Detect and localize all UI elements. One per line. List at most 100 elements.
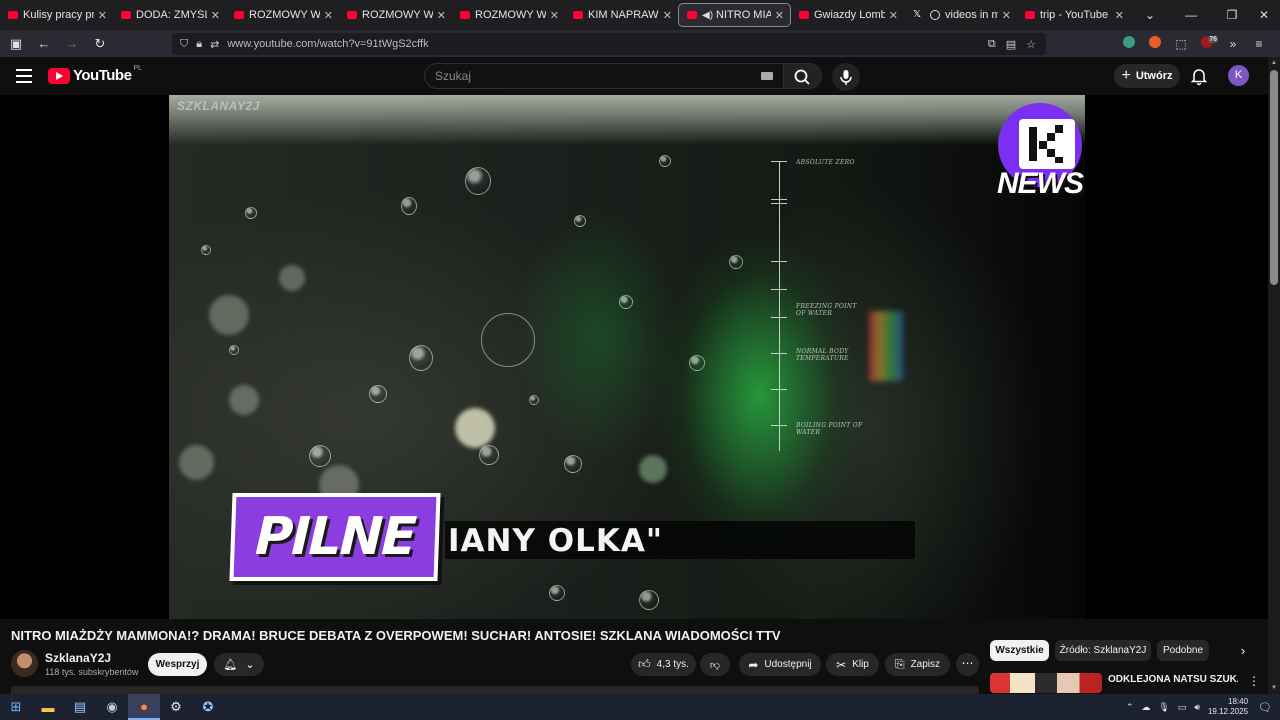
- extensions-icon[interactable]: ⬚: [1168, 37, 1194, 51]
- tab-list-icon[interactable]: ⌄: [1134, 8, 1166, 22]
- permissions-icon[interactable]: ⇄: [210, 38, 219, 51]
- menu-icon[interactable]: ≡: [1246, 37, 1272, 51]
- url-text[interactable]: www.youtube.com/watch?v=91tWgS2cffk: [227, 38, 428, 50]
- clip-button[interactable]: ✂ Klip: [826, 653, 879, 676]
- recommended-more-icon[interactable]: ⋮: [1248, 674, 1260, 688]
- url-bar[interactable]: ⛉ 🔒︎ ⇄ www.youtube.com/watch?v=91tWgS2cf…: [172, 33, 1046, 55]
- reload-icon[interactable]: ↻: [88, 32, 112, 56]
- close-icon[interactable]: ✕: [775, 9, 784, 22]
- recommended-title[interactable]: ODKLEJONA NATSU SZUKA BOGATEGO CHLOPAKA?: [1108, 674, 1238, 686]
- browser-tab[interactable]: ROZMOWY W TOKU ✕: [452, 0, 565, 30]
- search-button[interactable]: [784, 63, 822, 89]
- start-icon[interactable]: ⊞: [0, 694, 32, 720]
- close-icon[interactable]: ✕: [550, 9, 559, 22]
- restore-icon[interactable]: ❐: [1216, 8, 1248, 22]
- keyboard-icon[interactable]: [761, 72, 773, 80]
- file-explorer-icon[interactable]: ▬: [32, 694, 64, 720]
- youtube-icon: [8, 11, 18, 19]
- browser-tab[interactable]: DODA: ZMYŚLONE ZI ✕: [113, 0, 226, 30]
- cloud-icon[interactable]: ☁: [1141, 702, 1150, 713]
- clock[interactable]: 18:40 19.12.2025: [1208, 697, 1248, 717]
- close-icon[interactable]: ✕: [324, 9, 333, 22]
- settings-gear-icon[interactable]: ⚙: [160, 694, 192, 720]
- browser-tab[interactable]: trip - YouTube ✕: [1017, 0, 1130, 30]
- save-button[interactable]: ⎘ Zapisz: [885, 653, 950, 676]
- bokeh-light: [229, 385, 259, 415]
- chip-all[interactable]: Wszystkie: [990, 640, 1049, 661]
- create-button[interactable]: + Utwórz: [1114, 64, 1180, 88]
- back-icon[interactable]: ←: [32, 32, 56, 56]
- channel-name[interactable]: SzklanaY2J: [45, 651, 111, 665]
- close-icon[interactable]: ✕: [1115, 9, 1124, 22]
- chip-related[interactable]: Podobne: [1157, 640, 1209, 661]
- page-scrollbar[interactable]: ▲ ▼: [1268, 57, 1280, 694]
- close-window-icon[interactable]: ✕: [1248, 8, 1280, 22]
- voice-search-button[interactable]: [832, 63, 860, 91]
- sidebar-toggle-icon[interactable]: ▣: [4, 32, 28, 56]
- close-icon[interactable]: ✕: [889, 9, 898, 22]
- more-actions-button[interactable]: ⋯: [956, 653, 979, 676]
- youtube-logo[interactable]: YouTube PL: [48, 65, 142, 84]
- subscription-bell-button[interactable]: 🔔︎ ⌄: [214, 653, 264, 676]
- fox-extension-icon[interactable]: [1142, 36, 1168, 51]
- channel-avatar[interactable]: [11, 650, 38, 677]
- close-icon[interactable]: ✕: [1002, 9, 1011, 22]
- app-icon[interactable]: ✪: [192, 694, 224, 720]
- notification-center-icon[interactable]: 🗨︎: [1258, 701, 1272, 714]
- share-button[interactable]: ➦ Udostępnij: [739, 653, 821, 676]
- browser-tab[interactable]: Kulisy pracy prostytutki ✕: [0, 0, 113, 30]
- bubble: [201, 245, 211, 255]
- scale-tick: [771, 289, 787, 290]
- steam-icon[interactable]: ◉: [96, 694, 128, 720]
- chip-source[interactable]: Źródło: SzklanaY2J: [1055, 640, 1151, 661]
- firefox-icon[interactable]: ●: [128, 694, 160, 720]
- overflow-chevron-icon[interactable]: »: [1220, 37, 1246, 51]
- browser-tab[interactable]: ROZMOWY W TOKU ✕: [339, 0, 452, 30]
- lock-icon[interactable]: 🔒︎: [196, 38, 202, 51]
- scroll-down-icon[interactable]: ▼: [1271, 685, 1277, 691]
- account-avatar[interactable]: K: [1228, 65, 1249, 86]
- browser-tab[interactable]: 𝕏videos in my folder ✕: [904, 0, 1017, 30]
- search-input[interactable]: [425, 64, 745, 88]
- remote-desktop-icon[interactable]: ▤: [64, 694, 96, 720]
- browser-tab-active[interactable]: ◀)NITRO MIAŻDŻY ✕: [678, 3, 791, 27]
- network-icon[interactable]: ▭: [1178, 702, 1187, 713]
- tray-chevron-icon[interactable]: ⌃: [1126, 702, 1134, 713]
- description-box[interactable]: [11, 686, 979, 694]
- ublock-icon[interactable]: 76: [1194, 36, 1220, 51]
- support-button[interactable]: Wesprzyj: [148, 653, 207, 676]
- forward-icon[interactable]: →: [60, 32, 84, 56]
- scale-tick: [771, 199, 787, 200]
- close-icon[interactable]: ✕: [663, 9, 672, 22]
- shield-icon[interactable]: ⛉: [180, 38, 188, 51]
- chevron-right-icon[interactable]: ›: [1234, 642, 1252, 660]
- video-player[interactable]: SZKLANAY2J ABSOLUTE ZERO FREEZING POINT …: [0, 95, 1268, 619]
- hamburger-menu-icon[interactable]: [16, 69, 32, 83]
- scroll-up-icon[interactable]: ▲: [1271, 60, 1277, 66]
- dislike-button[interactable]: 👎︎: [700, 653, 730, 676]
- bookmark-star-icon[interactable]: ☆: [1026, 38, 1036, 51]
- browser-tab-strip: Kulisy pracy prostytutki ✕ DODA: ZMYŚLONE…: [0, 0, 1280, 30]
- close-icon[interactable]: ✕: [98, 9, 107, 22]
- vpn-icon[interactable]: [1116, 36, 1142, 51]
- scroll-thumb[interactable]: [1270, 70, 1278, 285]
- browser-tab[interactable]: Gwiazdy Lombardu: I ✕: [791, 0, 904, 30]
- subscriber-count: 118 tys. subskrybentów: [45, 667, 139, 677]
- browser-tab[interactable]: ROZMOWY W TOKU ✕: [226, 0, 339, 30]
- browser-tab[interactable]: KIM NAPRAWDĘ JEST ✕: [565, 0, 678, 30]
- pip-icon[interactable]: ⧉: [988, 38, 996, 51]
- minimize-icon[interactable]: —: [1166, 8, 1216, 22]
- speaker-icon[interactable]: ◀): [702, 10, 713, 21]
- close-icon[interactable]: ✕: [211, 9, 220, 22]
- microphone-tray-icon[interactable]: 🎙︎: [1158, 702, 1169, 713]
- youtube-icon: [347, 11, 357, 19]
- close-icon[interactable]: ✕: [437, 9, 446, 22]
- bubble: [401, 197, 417, 215]
- volume-icon[interactable]: 🔊︎: [1194, 702, 1200, 713]
- reader-icon[interactable]: ▤: [1006, 38, 1016, 51]
- like-button[interactable]: 👍︎ 4,3 tys.: [631, 653, 696, 676]
- youtube-icon: [573, 11, 583, 19]
- notifications-button[interactable]: [1190, 66, 1208, 86]
- target-ring: [481, 313, 535, 367]
- recommended-thumbnail[interactable]: [990, 673, 1102, 693]
